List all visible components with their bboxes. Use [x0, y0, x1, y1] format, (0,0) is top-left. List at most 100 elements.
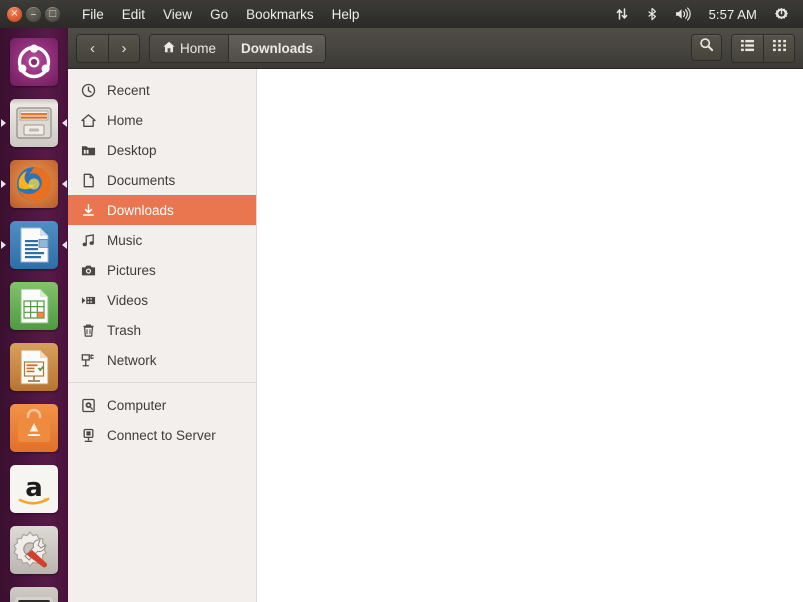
- folder-icon: [80, 142, 97, 159]
- menu-go[interactable]: Go: [201, 3, 237, 26]
- camera-icon: [80, 262, 97, 279]
- document-icon: [80, 172, 97, 189]
- trash-icon: [80, 322, 97, 339]
- sidebar-item-label: Music: [107, 232, 143, 248]
- back-button[interactable]: ‹: [77, 34, 108, 62]
- launcher-item-firefox[interactable]: [0, 153, 68, 214]
- launcher-item-ubuntu-dash[interactable]: [0, 31, 68, 92]
- menu-view[interactable]: View: [154, 3, 201, 26]
- breadcrumb-home[interactable]: Home: [150, 34, 229, 62]
- file-list-area[interactable]: [257, 69, 803, 602]
- toolbar-right-actions: [691, 33, 795, 63]
- launcher-item-files[interactable]: [0, 92, 68, 153]
- window-body: Recent Home Desktop Documents Downloads …: [68, 69, 803, 602]
- search-icon: [699, 37, 714, 57]
- network-icon[interactable]: [607, 4, 637, 24]
- volume-icon[interactable]: [667, 4, 700, 24]
- list-view-button[interactable]: [732, 34, 763, 62]
- desktop-screen: × – □ File Edit View Go Bookmarks Help 5…: [0, 0, 803, 602]
- breadcrumb-downloads-label: Downloads: [241, 40, 314, 56]
- sidebar-separator: [68, 382, 256, 383]
- view-mode-group: [731, 33, 795, 63]
- sidebar-item-label: Recent: [107, 82, 150, 98]
- grid-view-button[interactable]: [763, 34, 794, 62]
- terminal-icon: [10, 586, 58, 602]
- file-manager-icon: [10, 98, 58, 147]
- sidebar-item-label: Pictures: [107, 262, 156, 278]
- power-gear-icon[interactable]: [766, 4, 797, 25]
- sidebar-item-desktop[interactable]: Desktop: [68, 135, 256, 165]
- sidebar-item-label: Downloads: [107, 202, 174, 218]
- sidebar-item-label: Network: [107, 352, 157, 368]
- sidebar-item-recent[interactable]: Recent: [68, 75, 256, 105]
- running-indicator-left: [1, 118, 6, 127]
- clock-icon: [80, 82, 97, 99]
- navigation-buttons: ‹ ›: [76, 33, 140, 63]
- music-note-icon: [80, 232, 97, 249]
- launcher-item-amazon[interactable]: a: [0, 458, 68, 519]
- breadcrumb-downloads[interactable]: Downloads: [228, 34, 326, 62]
- sidebar-item-music[interactable]: Music: [68, 225, 256, 255]
- maximize-window-button[interactable]: □: [45, 6, 60, 22]
- search-button[interactable]: [691, 33, 722, 61]
- menu-file[interactable]: File: [73, 3, 113, 26]
- launcher-item-software-center[interactable]: [0, 397, 68, 458]
- home-icon: [80, 112, 97, 129]
- sidebar-item-label: Videos: [107, 292, 149, 308]
- running-indicator-left: [1, 179, 6, 188]
- clock[interactable]: 5:57 AM: [700, 4, 766, 25]
- sidebar-item-label: Computer: [107, 397, 167, 413]
- menu-edit[interactable]: Edit: [113, 3, 154, 26]
- libreoffice-impress-icon: [10, 342, 58, 391]
- minimize-window-button[interactable]: –: [26, 6, 41, 22]
- menu-help[interactable]: Help: [323, 3, 369, 26]
- sidebar-item-label: Connect to Server: [107, 427, 216, 443]
- ubuntu-logo-icon: [10, 37, 58, 86]
- breadcrumb: Home Downloads: [149, 33, 327, 63]
- sidebar-item-connect-to-server[interactable]: Connect to Server: [68, 420, 256, 450]
- launcher-item-terminal[interactable]: [0, 580, 68, 602]
- breadcrumb-home-label: Home: [180, 40, 217, 56]
- launcher-item-system-settings[interactable]: [0, 519, 68, 580]
- libreoffice-calc-icon: [10, 281, 58, 330]
- menu-bar: File Edit View Go Bookmarks Help: [73, 3, 368, 26]
- sidebar-item-label: Home: [107, 112, 144, 128]
- bluetooth-icon[interactable]: [637, 4, 667, 24]
- home-icon: [162, 40, 176, 57]
- firefox-icon: [10, 159, 58, 208]
- sidebar-item-documents[interactable]: Documents: [68, 165, 256, 195]
- sidebar-item-pictures[interactable]: Pictures: [68, 255, 256, 285]
- sidebar-item-home[interactable]: Home: [68, 105, 256, 135]
- window-controls: × – □: [0, 6, 69, 22]
- video-icon: [80, 292, 97, 309]
- sidebar-item-computer[interactable]: Computer: [68, 390, 256, 420]
- file-manager-window: ‹ › Home Downloads Recent Home Desktop D…: [68, 28, 803, 602]
- close-icon: ×: [10, 8, 19, 19]
- places-sidebar: Recent Home Desktop Documents Downloads …: [68, 69, 257, 602]
- running-indicator-left: [1, 240, 6, 249]
- launcher-item-libreoffice-impress[interactable]: [0, 336, 68, 397]
- download-icon: [80, 202, 97, 219]
- sidebar-item-label: Documents: [107, 172, 176, 188]
- server-icon: [80, 427, 97, 444]
- sidebar-item-network[interactable]: Network: [68, 345, 256, 375]
- sidebar-item-downloads[interactable]: Downloads: [68, 195, 256, 225]
- sidebar-item-label: Trash: [107, 322, 142, 338]
- focused-indicator-right: [62, 179, 67, 188]
- libreoffice-writer-icon: [10, 220, 58, 269]
- list-view-icon: [740, 39, 755, 57]
- sidebar-item-videos[interactable]: Videos: [68, 285, 256, 315]
- sidebar-item-trash[interactable]: Trash: [68, 315, 256, 345]
- forward-button[interactable]: ›: [108, 34, 139, 62]
- launcher-item-libreoffice-writer[interactable]: [0, 214, 68, 275]
- launcher-item-libreoffice-calc[interactable]: [0, 275, 68, 336]
- grid-view-icon: [772, 39, 787, 57]
- menu-bookmarks[interactable]: Bookmarks: [237, 3, 323, 26]
- amazon-icon: a: [10, 464, 58, 513]
- unity-launcher: a: [0, 28, 68, 602]
- focused-indicator-right: [62, 118, 67, 127]
- focused-indicator-right: [62, 240, 67, 249]
- sidebar-item-label: Desktop: [107, 142, 157, 158]
- top-panel: × – □ File Edit View Go Bookmarks Help 5…: [0, 0, 803, 28]
- close-window-button[interactable]: ×: [7, 6, 22, 22]
